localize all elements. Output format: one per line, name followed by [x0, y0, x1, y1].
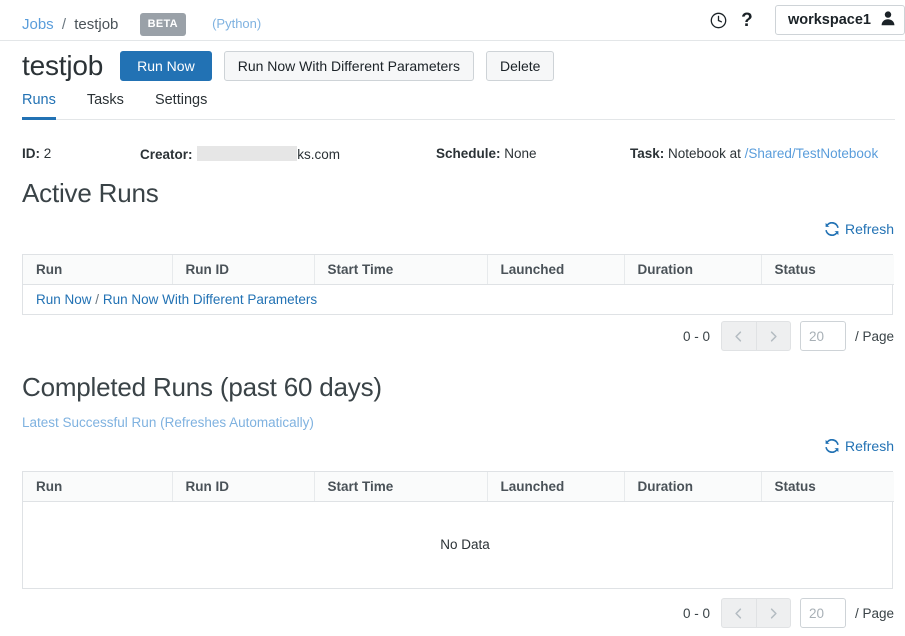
- chevron-left-icon[interactable]: [721, 321, 756, 351]
- table-row: No Data: [23, 502, 894, 588]
- completed-runs-refresh-button[interactable]: Refresh: [825, 438, 894, 454]
- active-runs-action-cell: Run Now / Run Now With Different Paramet…: [23, 285, 894, 315]
- top-bar-actions: ? workspace1: [705, 5, 905, 35]
- chevron-right-icon[interactable]: [756, 598, 791, 628]
- table-header-row: Run Run ID Start Time Launched Duration …: [23, 472, 894, 502]
- meta-task-label: Task:: [630, 146, 664, 161]
- help-glyph: ?: [741, 11, 753, 30]
- meta-task-value: Notebook at: [668, 146, 741, 161]
- creator-redaction-box: [197, 146, 297, 161]
- row-run-now-link[interactable]: Run Now: [36, 292, 92, 307]
- tab-runs[interactable]: Runs: [22, 92, 56, 120]
- column-header-run[interactable]: Run: [23, 472, 172, 502]
- completed-runs-refresh-label: Refresh: [845, 438, 894, 454]
- beta-badge: BETA: [140, 13, 186, 36]
- meta-schedule: Schedule: None: [436, 146, 537, 161]
- tab-tasks[interactable]: Tasks: [87, 92, 124, 120]
- column-header-start-time[interactable]: Start Time: [314, 472, 487, 502]
- column-header-run-id[interactable]: Run ID: [172, 255, 314, 285]
- breadcrumb-current: testjob: [74, 16, 118, 33]
- column-header-start-time[interactable]: Start Time: [314, 255, 487, 285]
- table-header-row: Run Run ID Start Time Launched Duration …: [23, 255, 894, 285]
- meta-creator: Creator: ks.com: [140, 146, 340, 162]
- meta-creator-suffix: ks.com: [297, 147, 340, 162]
- meta-id: ID: 2: [22, 146, 51, 161]
- meta-task-notebook-link[interactable]: /Shared/TestNotebook: [745, 146, 879, 161]
- sync-icon: [825, 439, 839, 453]
- job-metadata: ID: 2 Creator: ks.com Schedule: None Tas…: [22, 146, 895, 164]
- latest-successful-run-link[interactable]: Latest Successful Run (Refreshes Automat…: [22, 415, 314, 430]
- page-title: testjob: [22, 50, 103, 82]
- meta-creator-label: Creator:: [140, 147, 193, 162]
- column-header-launched[interactable]: Launched: [487, 472, 624, 502]
- active-runs-page-size-input[interactable]: [800, 321, 846, 351]
- row-link-separator: /: [95, 292, 99, 307]
- clock-icon[interactable]: [705, 5, 733, 35]
- completed-runs-per-page-label: / Page: [855, 606, 894, 621]
- run-now-with-parameters-button[interactable]: Run Now With Different Parameters: [224, 51, 474, 81]
- completed-runs-page-buttons: [721, 598, 791, 628]
- run-now-button[interactable]: Run Now: [120, 51, 212, 81]
- breadcrumb: Jobs / testjob BETA (Python): [22, 13, 261, 36]
- breadcrumb-jobs-link[interactable]: Jobs: [22, 16, 54, 33]
- job-header: testjob Run Now Run Now With Different P…: [22, 50, 554, 82]
- completed-runs-heading: Completed Runs (past 60 days): [22, 372, 382, 403]
- column-header-run[interactable]: Run: [23, 255, 172, 285]
- active-runs-refresh-button[interactable]: Refresh: [825, 221, 894, 237]
- top-bar: Jobs / testjob BETA (Python) ? workspace…: [0, 0, 905, 41]
- active-runs-page-buttons: [721, 321, 791, 351]
- active-runs-refresh-label: Refresh: [845, 221, 894, 237]
- chevron-left-icon[interactable]: [721, 598, 756, 628]
- row-run-now-with-parameters-link[interactable]: Run Now With Different Parameters: [103, 292, 317, 307]
- column-header-launched[interactable]: Launched: [487, 255, 624, 285]
- meta-schedule-value: None: [504, 146, 536, 161]
- active-runs-table: Run Run ID Start Time Launched Duration …: [22, 254, 893, 315]
- completed-runs-pagination: 0 - 0 / Page: [683, 598, 894, 628]
- job-tabs: Runs Tasks Settings: [22, 92, 895, 120]
- column-header-run-id[interactable]: Run ID: [172, 472, 314, 502]
- column-header-status[interactable]: Status: [761, 472, 894, 502]
- meta-id-value: 2: [44, 146, 52, 161]
- sync-icon: [825, 222, 839, 236]
- completed-runs-page-size-input[interactable]: [800, 598, 846, 628]
- column-header-duration[interactable]: Duration: [624, 255, 761, 285]
- column-header-duration[interactable]: Duration: [624, 472, 761, 502]
- user-avatar-icon: [880, 10, 896, 30]
- completed-runs-empty-message: No Data: [23, 502, 894, 588]
- meta-task: Task: Notebook at /Shared/TestNotebook: [630, 146, 878, 161]
- active-runs-per-page-label: / Page: [855, 329, 894, 344]
- completed-runs-range: 0 - 0: [683, 606, 710, 621]
- active-runs-pagination: 0 - 0 / Page: [683, 321, 894, 351]
- workspace-selector[interactable]: workspace1: [775, 5, 905, 35]
- tab-settings[interactable]: Settings: [155, 92, 207, 120]
- active-runs-range: 0 - 0: [683, 329, 710, 344]
- chevron-right-icon[interactable]: [756, 321, 791, 351]
- question-mark-icon[interactable]: ?: [733, 5, 761, 35]
- meta-schedule-label: Schedule:: [436, 146, 501, 161]
- delete-button[interactable]: Delete: [486, 51, 554, 81]
- completed-runs-table: Run Run ID Start Time Launched Duration …: [22, 471, 893, 589]
- job-language-link[interactable]: (Python): [212, 16, 261, 31]
- column-header-status[interactable]: Status: [761, 255, 894, 285]
- workspace-label: workspace1: [788, 12, 871, 28]
- meta-id-label: ID:: [22, 146, 40, 161]
- table-row: Run Now / Run Now With Different Paramet…: [23, 285, 894, 315]
- breadcrumb-separator: /: [62, 16, 66, 33]
- active-runs-heading: Active Runs: [22, 178, 159, 209]
